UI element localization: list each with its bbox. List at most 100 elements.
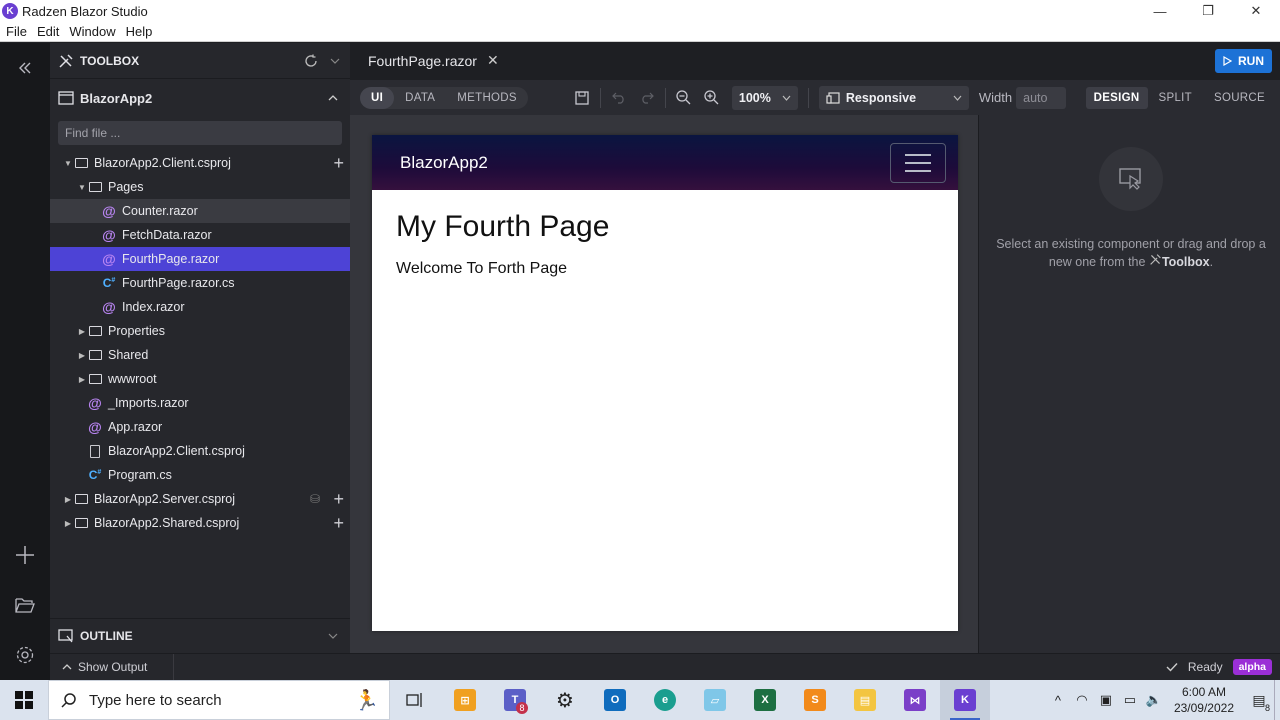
outline-chevron-down-icon[interactable]: [328, 631, 338, 641]
edge-icon[interactable]: e: [640, 680, 690, 720]
windows-start-icon[interactable]: [0, 680, 48, 720]
page-preview[interactable]: BlazorApp2 My Fourth Page Welcome To For…: [372, 135, 958, 631]
caret-down-icon[interactable]: ▼: [62, 159, 74, 168]
tab-fourthpage[interactable]: FourthPage.razor ✕: [350, 43, 509, 80]
refresh-icon[interactable]: [304, 54, 318, 68]
volume-icon[interactable]: 🔈: [1142, 692, 1166, 708]
tree-item-label: FourthPage.razor: [122, 252, 220, 266]
mode-methods[interactable]: METHODS: [446, 87, 528, 109]
chevron-up-icon[interactable]: [328, 93, 338, 103]
add-icon[interactable]: [13, 543, 37, 567]
notifications-count: 8: [1264, 702, 1270, 713]
preview-navbar[interactable]: BlazorApp2: [372, 135, 958, 190]
tree-item[interactable]: C# Program.cs: [50, 463, 350, 487]
file-explorer-icon[interactable]: ▤: [840, 680, 890, 720]
tree-item[interactable]: C# FourthPage.razor.cs: [50, 271, 350, 295]
show-desktop-button[interactable]: [1274, 680, 1280, 720]
caret-right-icon[interactable]: ▶: [76, 351, 88, 360]
tree-item[interactable]: @ App.razor: [50, 415, 350, 439]
taskbar-search[interactable]: Type here to search 🏃: [48, 680, 390, 720]
zoom-value: 100%: [738, 90, 771, 105]
tree-item[interactable]: @ FourthPage.razor: [50, 247, 350, 271]
tree-item[interactable]: ▼ BlazorApp2.Client.csproj +: [50, 151, 350, 175]
clock[interactable]: 6:00 AM 23/09/2022: [1174, 684, 1234, 716]
menu-window[interactable]: Window: [69, 24, 115, 39]
notifications-icon[interactable]: ▤ 8: [1244, 692, 1274, 713]
tree-item[interactable]: @ _Imports.razor: [50, 391, 350, 415]
excel-icon[interactable]: X: [740, 680, 790, 720]
device-select[interactable]: Responsive: [818, 85, 969, 110]
add-file-icon[interactable]: +: [333, 490, 344, 508]
tree-item[interactable]: BlazorApp2.Client.csproj: [50, 439, 350, 463]
hint-toolbox-link: Toolbox: [1161, 255, 1210, 269]
radzen-taskbar-icon[interactable]: K: [940, 680, 990, 720]
hamburger-menu-icon[interactable]: [890, 143, 946, 183]
wifi-icon[interactable]: ◠: [1070, 692, 1094, 708]
sublime-text-icon[interactable]: S: [790, 680, 840, 720]
toolbox-header[interactable]: TOOLBOX: [50, 43, 350, 79]
tree-item[interactable]: ▶ BlazorApp2.Shared.csproj +: [50, 511, 350, 535]
undo-icon[interactable]: [605, 84, 633, 112]
caret-right-icon[interactable]: ▶: [76, 375, 88, 384]
designer-toolbar: UI DATA METHODS 100% Responsive Width au…: [350, 80, 1280, 115]
zoom-select[interactable]: 100%: [731, 85, 798, 110]
caret-right-icon[interactable]: ▶: [76, 327, 88, 336]
tree-item[interactable]: ▶ Shared: [50, 343, 350, 367]
find-file-input[interactable]: [58, 121, 342, 145]
project-header[interactable]: BlazorApp2: [50, 79, 350, 117]
save-icon[interactable]: [568, 84, 596, 112]
folder-icon: [88, 324, 102, 338]
outline-header[interactable]: OUTLINE: [50, 618, 350, 653]
view-design[interactable]: DESIGN: [1085, 86, 1148, 109]
preview-heading[interactable]: My Fourth Page: [396, 210, 958, 244]
minimize-button[interactable]: —: [1136, 0, 1184, 22]
view-source[interactable]: SOURCE: [1203, 87, 1276, 109]
tree-item[interactable]: ▶ BlazorApp2.Server.csproj ⛁ +: [50, 487, 350, 511]
preview-paragraph[interactable]: Welcome To Forth Page: [396, 260, 958, 278]
view-split[interactable]: SPLIT: [1148, 87, 1203, 109]
tree-item[interactable]: ▶ Properties: [50, 319, 350, 343]
settings-gear-icon[interactable]: [13, 643, 37, 667]
tree-item[interactable]: @ Counter.razor: [50, 199, 350, 223]
open-folder-icon[interactable]: [13, 593, 37, 617]
task-view-icon[interactable]: [390, 680, 440, 720]
width-input[interactable]: auto: [1016, 86, 1067, 109]
notepad-icon[interactable]: ▱: [690, 680, 740, 720]
zoom-in-icon[interactable]: [698, 84, 726, 112]
toolbox-chevron-down-icon[interactable]: [330, 56, 340, 66]
settings-app-icon[interactable]: ⚙: [540, 680, 590, 720]
battery-icon[interactable]: ▭: [1118, 692, 1142, 708]
menu-edit[interactable]: Edit: [37, 24, 59, 39]
tree-item[interactable]: @ FetchData.razor: [50, 223, 350, 247]
run-button[interactable]: RUN: [1215, 49, 1272, 73]
add-file-icon[interactable]: +: [333, 154, 344, 172]
play-icon: [1223, 56, 1232, 66]
database-icon[interactable]: ⛁: [310, 492, 320, 506]
tree-item[interactable]: @ Index.razor: [50, 295, 350, 319]
close-button[interactable]: ✕: [1232, 0, 1280, 22]
mode-ui[interactable]: UI: [360, 86, 395, 109]
outlook-icon[interactable]: O: [590, 680, 640, 720]
caret-right-icon[interactable]: ▶: [62, 495, 74, 504]
show-hidden-icons-icon[interactable]: ^: [1046, 693, 1070, 708]
close-tab-icon[interactable]: ✕: [487, 52, 499, 69]
redo-icon[interactable]: [633, 84, 661, 112]
zoom-out-icon[interactable]: [670, 84, 698, 112]
mode-data[interactable]: DATA: [394, 87, 446, 109]
menu-help[interactable]: Help: [126, 24, 153, 39]
caret-right-icon[interactable]: ▶: [62, 519, 74, 528]
add-file-icon[interactable]: +: [333, 514, 344, 532]
restore-button[interactable]: ❐: [1184, 0, 1232, 22]
tree-item[interactable]: ▼ Pages: [50, 175, 350, 199]
menu-file[interactable]: File: [6, 24, 27, 39]
display-icon[interactable]: ▣: [1094, 692, 1118, 708]
microsoft-store-icon[interactable]: ⊞: [440, 680, 490, 720]
show-output-toggle[interactable]: Show Output: [50, 653, 174, 681]
visual-studio-icon[interactable]: ⋈: [890, 680, 940, 720]
caret-down-icon[interactable]: ▼: [76, 183, 88, 192]
tree-item-label: FetchData.razor: [122, 228, 212, 242]
teams-icon[interactable]: T 8: [490, 680, 540, 720]
collapse-sidebar-icon[interactable]: [13, 56, 37, 80]
tree-item[interactable]: ▶ wwwroot: [50, 367, 350, 391]
preview-brand[interactable]: BlazorApp2: [400, 153, 488, 173]
